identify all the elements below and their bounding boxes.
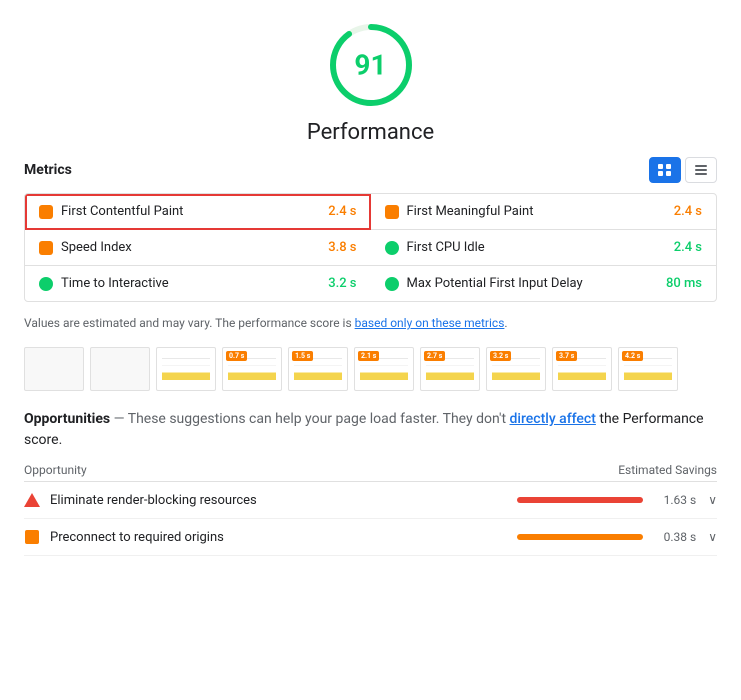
metrics-grid: First Contentful Paint2.4 sFirst Meaning… <box>24 193 717 302</box>
opp-title-bold: Opportunities <box>24 411 110 427</box>
square-orange-icon <box>24 529 40 545</box>
opp-rows: Eliminate render-blocking resources 1.63 … <box>24 482 717 556</box>
metric-item-si: Speed Index 3.8 s <box>25 230 371 266</box>
metric-item-mpfid: Max Potential First Input Delay 80 ms <box>371 266 717 301</box>
metric-name-fmp: First Meaningful Paint <box>407 204 666 219</box>
metric-item-fci: First CPU Idle 2.4 s <box>371 230 717 266</box>
thumbnail-inner-t3 <box>162 351 210 387</box>
opp-row-preconnect[interactable]: Preconnect to required origins 0.38 s ∨ <box>24 519 717 556</box>
metrics-header: Metrics <box>24 157 717 183</box>
performance-score-circle: 91 <box>326 20 416 110</box>
thumbnail-badge-t8: 3.2 s <box>490 351 511 361</box>
metric-name-tti: Time to Interactive <box>61 276 320 291</box>
thumbnail-t7[interactable]: 2.7 s <box>420 347 480 391</box>
metric-name-mpfid: Max Potential First Input Delay <box>407 276 658 291</box>
thumbnail-t10[interactable]: 4.2 s <box>618 347 678 391</box>
view-toggle <box>649 157 717 183</box>
metric-name-si: Speed Index <box>61 240 320 255</box>
metric-item-fmp: First Meaningful Paint 2.4 s <box>371 194 717 230</box>
metric-dot-fmp <box>385 205 399 219</box>
thumbnail-badge-t5: 1.5 s <box>292 351 313 361</box>
metric-value-fmp: 2.4 s <box>674 204 702 219</box>
metrics-link[interactable]: based only on these metrics <box>355 316 505 330</box>
metric-dot-si <box>39 241 53 255</box>
metrics-note: Values are estimated and may vary. The p… <box>24 314 717 333</box>
opp-row-render-blocking[interactable]: Eliminate render-blocking resources 1.63 … <box>24 482 717 519</box>
thumbnail-t3[interactable] <box>156 347 216 391</box>
opp-col-savings: Estimated Savings <box>618 463 717 477</box>
metric-item-tti: Time to Interactive 3.2 s <box>25 266 371 301</box>
thumbnail-t9[interactable]: 3.7 s <box>552 347 612 391</box>
thumbnail-badge-t4: 0.7 s <box>226 351 247 361</box>
thumbnail-t2[interactable] <box>90 347 150 391</box>
metrics-title: Metrics <box>24 162 72 178</box>
opp-chevron-render-blocking[interactable]: ∨ <box>708 493 717 507</box>
metric-name-fci: First CPU Idle <box>407 240 666 255</box>
thumbnail-t6[interactable]: 2.1 s <box>354 347 414 391</box>
thumbnail-badge-t10: 4.2 s <box>622 351 643 361</box>
grid-view-button[interactable] <box>649 157 681 183</box>
metric-name-fcp: First Contentful Paint <box>61 204 320 219</box>
opp-col-opportunity: Opportunity <box>24 463 87 477</box>
opportunities-header: Opportunities — These suggestions can he… <box>24 409 717 451</box>
opp-title-desc: — These suggestions can help your page l… <box>110 411 509 427</box>
triangle-red-icon <box>24 492 40 508</box>
opp-bar-area-preconnect: 0.38 s ∨ <box>517 530 717 544</box>
thumbnail-badge-t6: 2.1 s <box>358 351 379 361</box>
opp-bar-area-render-blocking: 1.63 s ∨ <box>517 493 717 507</box>
note-text2: . <box>504 316 507 330</box>
opp-chevron-preconnect[interactable]: ∨ <box>708 530 717 544</box>
metric-value-mpfid: 80 ms <box>666 276 702 291</box>
opp-name-preconnect: Preconnect to required origins <box>50 530 507 545</box>
thumbnail-t5[interactable]: 1.5 s <box>288 347 348 391</box>
score-label: Performance <box>307 120 434 145</box>
list-view-button[interactable] <box>685 157 717 183</box>
metric-value-fci: 2.4 s <box>674 240 702 255</box>
opp-table-header: Opportunity Estimated Savings <box>24 457 717 482</box>
metric-item-fcp: First Contentful Paint 2.4 s <box>25 194 371 230</box>
thumbnail-t8[interactable]: 3.2 s <box>486 347 546 391</box>
metric-value-tti: 3.2 s <box>328 276 356 291</box>
score-value: 91 <box>354 49 386 82</box>
opp-link[interactable]: directly affect <box>510 411 596 427</box>
opp-bar-render-blocking <box>517 497 643 503</box>
thumbnail-badge-t9: 3.7 s <box>556 351 577 361</box>
metric-dot-tti <box>39 277 53 291</box>
thumbnails-row: 0.7 s 1.5 s 2.1 s 2.7 s 3.2 s 3.7 s 4.2 s <box>24 347 717 391</box>
opp-saving-render-blocking: 1.63 s <box>651 493 696 507</box>
thumbnail-badge-t7: 2.7 s <box>424 351 445 361</box>
opportunities-title: Opportunities — These suggestions can he… <box>24 409 717 451</box>
metric-dot-fcp <box>39 205 53 219</box>
thumbnail-t1[interactable] <box>24 347 84 391</box>
metric-dot-fci <box>385 241 399 255</box>
opp-saving-preconnect: 0.38 s <box>651 530 696 544</box>
metric-value-si: 3.8 s <box>328 240 356 255</box>
opp-name-render-blocking: Eliminate render-blocking resources <box>50 493 507 508</box>
metric-dot-mpfid <box>385 277 399 291</box>
thumbnail-t4[interactable]: 0.7 s <box>222 347 282 391</box>
score-section: 91 Performance <box>24 20 717 145</box>
opp-bar-preconnect <box>517 534 643 540</box>
metric-value-fcp: 2.4 s <box>328 204 356 219</box>
note-text1: Values are estimated and may vary. The p… <box>24 316 355 330</box>
